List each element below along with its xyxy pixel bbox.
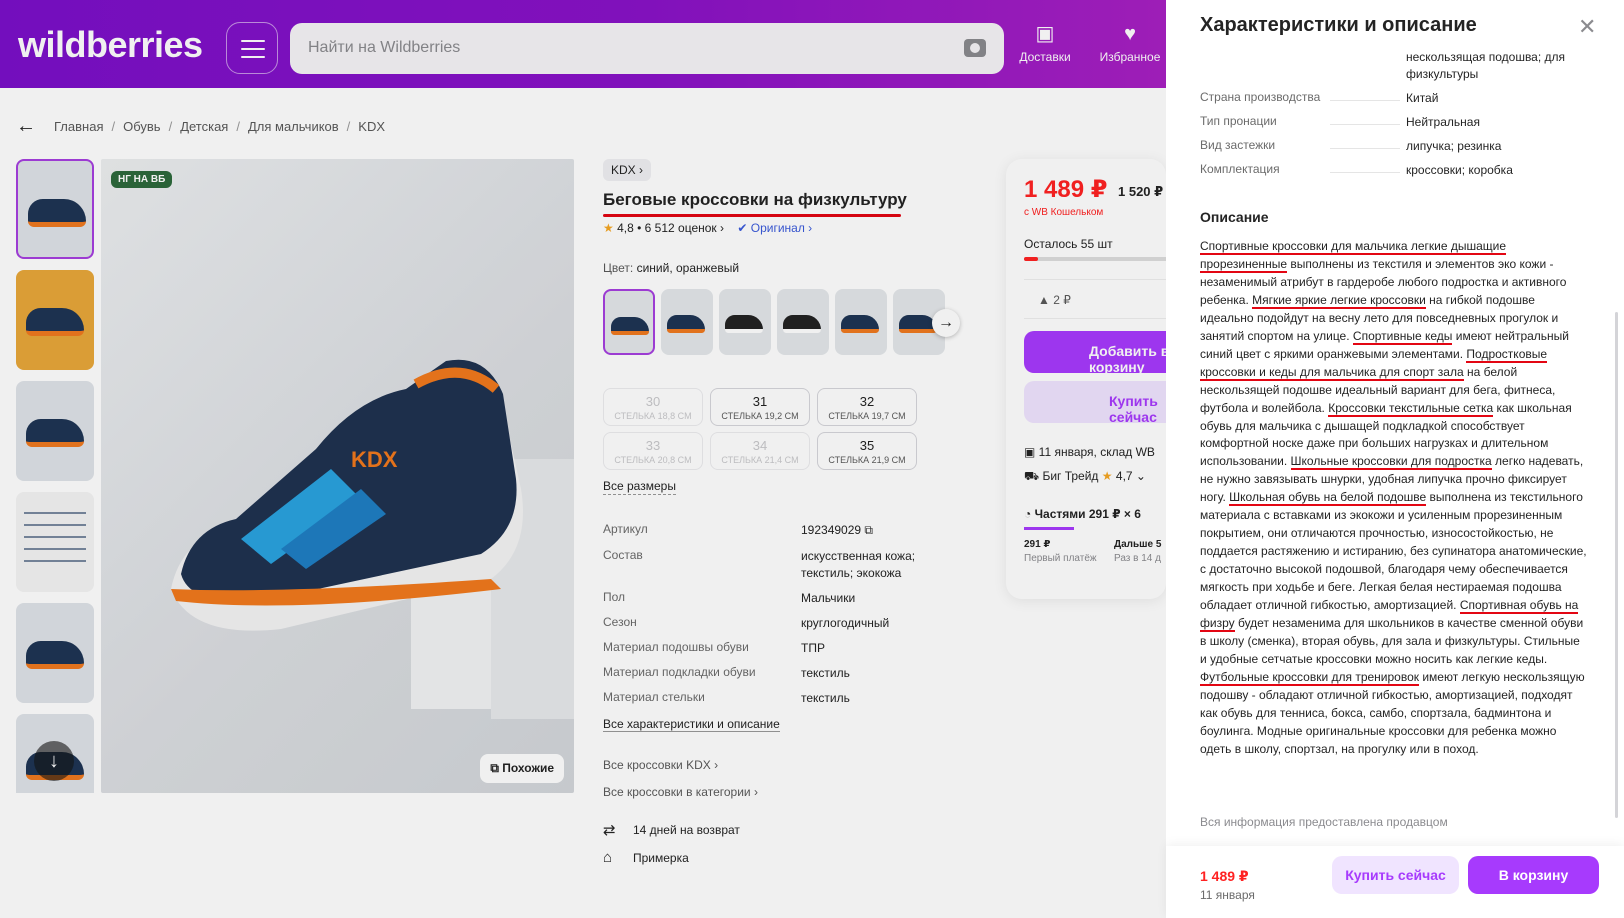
footer-cart-button[interactable]: В корзину (1468, 856, 1599, 894)
modal-overlay[interactable] (0, 0, 1166, 918)
footer-price: 1 489 ₽ (1200, 868, 1249, 884)
close-icon[interactable]: ✕ (1578, 14, 1596, 40)
panel-footer: 1 489 ₽ 11 января Купить сейчас В корзин… (1166, 846, 1624, 918)
seller-note: Вся информация предоставлена продавцом (1200, 815, 1448, 829)
panel-title: Характеристики и описание (1200, 14, 1477, 36)
footer-date: 11 января (1200, 888, 1255, 902)
description-text: Спортивные кроссовки для мальчика легкие… (1200, 239, 1587, 756)
footer-buy-now-button[interactable]: Купить сейчас (1332, 856, 1459, 894)
description-heading: Описание (1200, 209, 1269, 225)
characteristics-panel: Характеристики и описание ✕ нескользящая… (1166, 0, 1624, 918)
panel-scrollbar[interactable] (1615, 312, 1618, 818)
